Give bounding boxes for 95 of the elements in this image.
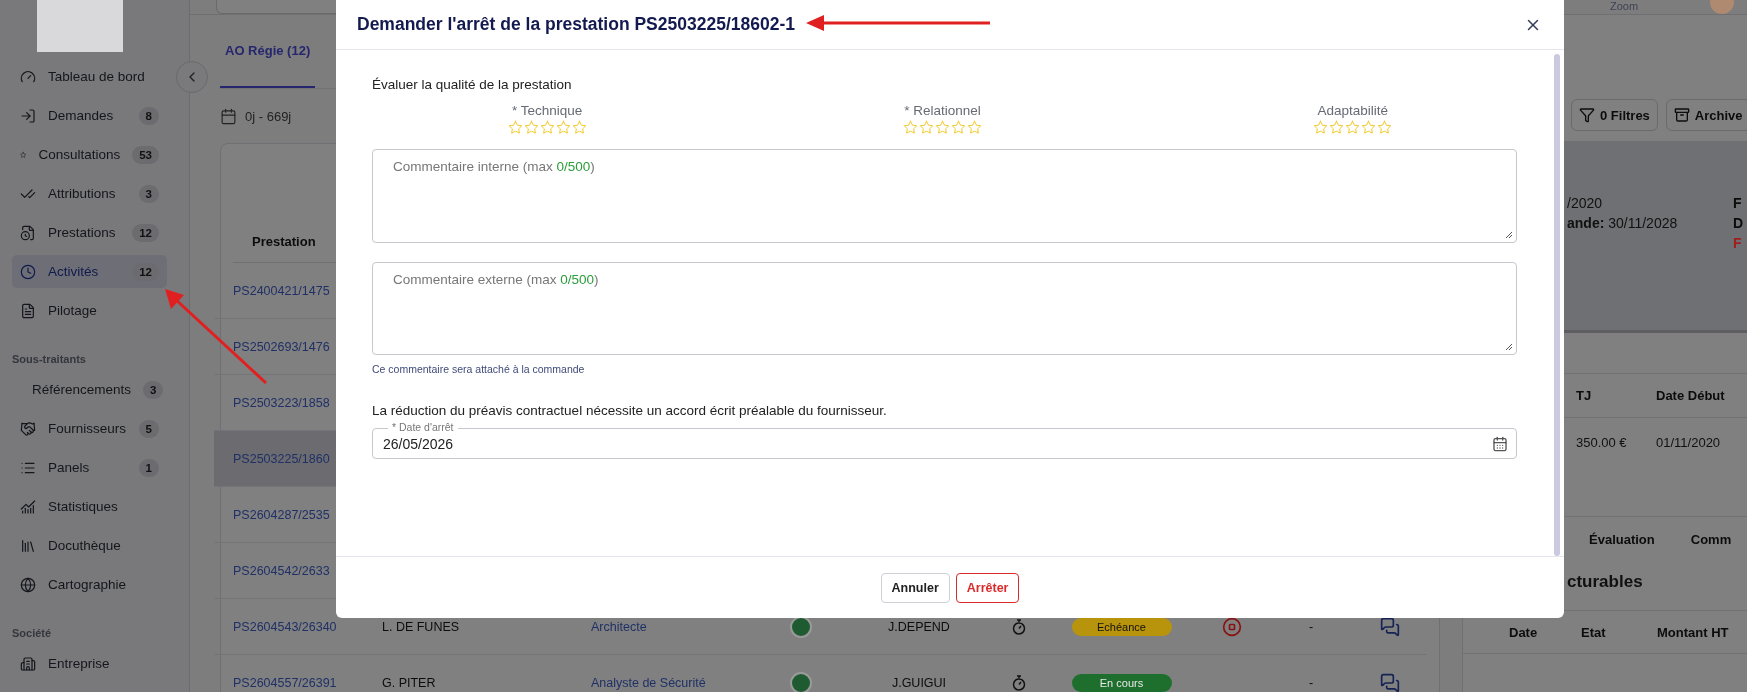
table-cell-text: G. PITER xyxy=(382,675,437,690)
prestation-link[interactable]: PS2604557/26391 xyxy=(233,675,382,690)
calendar-icon xyxy=(220,107,237,125)
role-link[interactable]: Architecte xyxy=(591,619,771,634)
count-badge: 12 xyxy=(132,223,159,242)
sidebar-item[interactable]: Pilotage xyxy=(12,294,167,327)
nav-icon xyxy=(20,302,36,319)
count-badge: 53 xyxy=(132,145,159,164)
sidebar-item[interactable]: Attributions 3 xyxy=(12,177,167,210)
star-rating[interactable] xyxy=(1313,120,1393,135)
column-header: Prestation xyxy=(252,233,316,249)
nav-icon xyxy=(20,263,36,280)
table-cell: - xyxy=(1308,619,1314,634)
funnel-icon xyxy=(1579,107,1595,123)
tab[interactable]: AO Régie (12) xyxy=(220,15,316,88)
count-badge: 1 xyxy=(138,458,159,477)
table-cell-text: 350.00 € xyxy=(1576,434,1628,450)
stop-button[interactable]: Arrêter xyxy=(955,572,1020,603)
comment-field[interactable]: Commentaire externe (max 0/500) xyxy=(372,262,1517,355)
count-badge: 3 xyxy=(138,184,159,203)
section-title: Sous-traitants xyxy=(11,353,87,367)
timer-icon xyxy=(1012,618,1026,635)
table-cell: J.DEPEND xyxy=(888,619,950,634)
count-badge: 8 xyxy=(138,106,159,125)
sidebar-item[interactable]: Fournisseurs 5 xyxy=(12,412,167,445)
sidebar-item[interactable]: Statistiques xyxy=(12,490,167,523)
field-placeholder: Commentaire interne (max 0/500) xyxy=(393,159,595,174)
nav-icon xyxy=(20,498,36,515)
nav-icon xyxy=(20,537,36,554)
tab[interactable]: Évaluation xyxy=(1589,532,1655,547)
column-header: Etat xyxy=(1581,624,1607,640)
nav-icon xyxy=(20,576,36,593)
summary-text: F xyxy=(1732,195,1742,211)
period-filter: 0j - 669j xyxy=(245,108,292,124)
role-link[interactable]: Analyste de Sécurité xyxy=(591,675,771,690)
resize-handle-icon[interactable] xyxy=(1505,231,1513,239)
sidebar-item[interactable]: Entreprise xyxy=(12,647,167,680)
table-cell: J.GUIGUI xyxy=(891,675,947,690)
count-badge: 3 xyxy=(143,380,164,399)
summary-text: ande: 30/11/2028 xyxy=(1567,215,1678,231)
nav-icon xyxy=(20,107,36,124)
sidebar-item[interactable]: Tableau de bord xyxy=(12,60,167,93)
comments-icon[interactable] xyxy=(1380,616,1400,637)
sidebar-item[interactable]: Prestations 12 xyxy=(12,216,167,249)
rating-label: * Relationnel xyxy=(904,103,981,118)
sidebar-item[interactable]: Référencements 3 xyxy=(12,373,167,406)
prestation-link[interactable]: PS2604543/26340 xyxy=(233,619,382,634)
summary-text: F xyxy=(1732,235,1742,251)
zoom-label: Zoom xyxy=(1610,0,1639,12)
table-cell-text: 01/11/2020 xyxy=(1656,434,1722,450)
table-row[interactable]: PS2604557/26391 G. PITER Analyste de Sécurité J.GUIGUI En cours - xyxy=(214,655,1427,692)
summary-text: D xyxy=(1732,215,1743,231)
sidebar-item[interactable]: Cartographie xyxy=(12,568,167,601)
archive-box-icon xyxy=(1673,107,1690,123)
count-badge: 12 xyxy=(132,262,159,281)
client-logo xyxy=(790,671,812,692)
count-badge: 5 xyxy=(138,419,159,438)
table-cell: - xyxy=(1308,675,1314,690)
sidebar-item[interactable]: Panels 1 xyxy=(12,451,167,484)
nav-icon xyxy=(20,420,36,437)
tab[interactable]: Comm xyxy=(1690,532,1732,547)
column-header: Montant HT xyxy=(1657,624,1730,640)
rating-label: * Technique xyxy=(512,103,583,118)
field-hint: Ce commentaire sera attaché à la commande xyxy=(372,363,586,375)
timer-icon xyxy=(1012,674,1026,691)
summary-text: /2020 xyxy=(1567,195,1603,211)
rating-title: Évaluer la qualité de la prestation xyxy=(372,77,573,92)
section-heading: cturables xyxy=(1566,571,1644,593)
dialog-title: Demander l'arrêt de la prestation PS2503225/18602-1 xyxy=(357,14,795,35)
star-rating[interactable] xyxy=(903,120,982,135)
rating-label: Adaptabilité xyxy=(1317,103,1389,118)
comment-field[interactable]: Commentaire interne (max 0/500) xyxy=(372,149,1517,243)
cancel-button[interactable]: Annuler xyxy=(880,572,950,603)
stop-icon[interactable] xyxy=(1222,616,1242,637)
nav-icon xyxy=(20,655,36,672)
column-header: Date Début xyxy=(1656,388,1726,403)
column-header: TJ xyxy=(1576,388,1593,403)
calendar-icon xyxy=(1492,435,1508,452)
nav-icon xyxy=(20,68,36,85)
table-cell-text: L. DE FUNES xyxy=(382,619,461,634)
status-badge: En cours xyxy=(1071,673,1172,692)
column-header: Date xyxy=(1509,624,1539,640)
resize-handle-icon[interactable] xyxy=(1505,343,1513,351)
nav-icon xyxy=(20,224,36,241)
sidebar-item[interactable]: Docuthèque xyxy=(12,529,167,562)
field-label: * Date d'arrêt xyxy=(388,421,458,434)
sidebar-item[interactable]: Consultations 53 xyxy=(12,138,167,171)
toolbar-button[interactable]: 0 Filtres xyxy=(1571,99,1658,131)
sidebar-item[interactable]: Activités 12 xyxy=(12,255,167,288)
field-placeholder: Commentaire externe (max 0/500) xyxy=(393,272,599,287)
star-rating[interactable] xyxy=(507,120,587,135)
toolbar-button[interactable]: Archive xyxy=(1665,99,1747,131)
notice-text: La réduction du préavis contractuel nécessite un accord écrit préalable du fournisseur. xyxy=(372,403,888,418)
section-title: Société xyxy=(11,627,53,641)
sidebar-item[interactable]: Demandes 8 xyxy=(12,99,167,132)
